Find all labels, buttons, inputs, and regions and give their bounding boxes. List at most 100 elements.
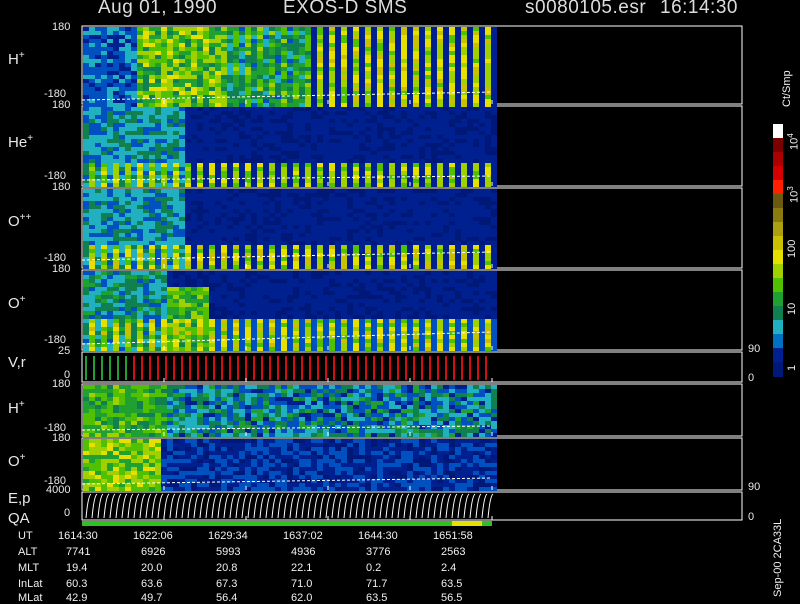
heatmap-cell (89, 111, 95, 115)
heatmap-cell (425, 171, 431, 175)
heatmap-cell (461, 155, 467, 159)
heatmap-cell (431, 143, 437, 147)
heatmap-cell (473, 47, 479, 51)
heatmap-cell (431, 205, 437, 209)
heatmap-cell (425, 55, 431, 59)
heatmap-cell (143, 225, 149, 229)
heatmap-cell (395, 67, 401, 71)
heatmap-cell (419, 139, 425, 143)
heatmap-cell (149, 189, 155, 193)
heatmap-cell (317, 311, 323, 315)
heatmap-cell (161, 253, 167, 257)
heatmap-cell (449, 99, 455, 103)
heatmap-cell (173, 225, 179, 229)
heatmap-cell (245, 51, 251, 55)
heatmap-cell (299, 47, 305, 51)
heatmap-cell (425, 31, 431, 35)
heatmap-cell (281, 59, 287, 63)
heatmap-cell (401, 193, 407, 197)
heatmap-cell (407, 205, 413, 209)
heatmap-cell (491, 225, 497, 229)
heatmap-cell (461, 83, 467, 87)
heatmap-cell (389, 139, 395, 143)
heatmap-cell (233, 183, 239, 187)
heatmap-cell (275, 189, 281, 193)
heatmap-cell (221, 35, 227, 39)
heatmap-cell (161, 35, 167, 39)
heatmap-cell (167, 107, 173, 111)
heatmap-cell (287, 35, 293, 39)
heatmap-cell (401, 201, 407, 205)
heatmap-cell (233, 213, 239, 217)
heatmap-cell (305, 229, 311, 233)
heatmap-cell (269, 295, 275, 299)
heatmap-cell (215, 303, 221, 307)
heatmap-cell (125, 163, 131, 167)
heatmap-cell (113, 143, 119, 147)
heatmap-cell (479, 253, 485, 257)
heatmap-cell (101, 335, 107, 339)
heatmap-cell (173, 171, 179, 175)
heatmap-cell (257, 59, 263, 63)
heatmap-cell (173, 241, 179, 245)
heatmap-cell (371, 205, 377, 209)
heatmap-cell (143, 163, 149, 167)
heatmap-cell (107, 47, 113, 51)
heatmap-cell (305, 27, 311, 31)
heatmap-cell (221, 311, 227, 315)
heatmap-cell (389, 27, 395, 31)
heatmap-cell (209, 119, 215, 123)
heatmap-cell (191, 323, 197, 327)
heatmap-cell (131, 175, 137, 179)
heatmap-cell (95, 103, 101, 107)
heatmap-cell (299, 123, 305, 127)
heatmap-cell (461, 225, 467, 229)
heatmap-cell (323, 319, 329, 323)
heatmap-cell (161, 91, 167, 95)
heatmap-cell (479, 27, 485, 31)
heatmap-cell (425, 83, 431, 87)
heatmap-cell (101, 147, 107, 151)
heatmap-cell (443, 55, 449, 59)
heatmap-cell (311, 261, 317, 265)
heatmap-cell (347, 245, 353, 249)
heatmap-cell (419, 99, 425, 103)
heatmap-cell (365, 103, 371, 107)
heatmap-cell (161, 205, 167, 209)
heatmap-cell (275, 249, 281, 253)
heatmap-cell (119, 139, 125, 143)
heatmap-cell (185, 315, 191, 319)
heatmap-cell (245, 295, 251, 299)
heatmap-cell (149, 249, 155, 253)
heatmap-cell (233, 265, 239, 269)
heatmap-cell (485, 127, 491, 131)
heatmap-cell (95, 193, 101, 197)
heatmap-cell (305, 283, 311, 287)
heatmap-cell (335, 63, 341, 67)
heatmap-cell (203, 99, 209, 103)
heatmap-cell (353, 265, 359, 269)
heatmap-cell (467, 119, 473, 123)
heatmap-cell (113, 327, 119, 331)
heatmap-cell (143, 335, 149, 339)
heatmap-cell (173, 155, 179, 159)
heatmap-cell (125, 151, 131, 155)
heatmap-cell (419, 27, 425, 31)
heatmap-cell (299, 225, 305, 229)
heatmap-cell (329, 123, 335, 127)
heatmap-cell (467, 183, 473, 187)
heatmap-cell (383, 189, 389, 193)
heatmap-cell (467, 193, 473, 197)
heatmap-cell (95, 159, 101, 163)
heatmap-cell (89, 237, 95, 241)
heatmap-cell (281, 87, 287, 91)
heatmap-cell (353, 67, 359, 71)
heatmap-cell (299, 347, 305, 351)
heatmap-cell (203, 83, 209, 87)
heatmap-cell (323, 75, 329, 79)
heatmap-cell (227, 127, 233, 131)
heatmap-cell (209, 27, 215, 31)
heatmap-cell (215, 71, 221, 75)
heatmap-cell (479, 217, 485, 221)
heatmap-cell (257, 163, 263, 167)
